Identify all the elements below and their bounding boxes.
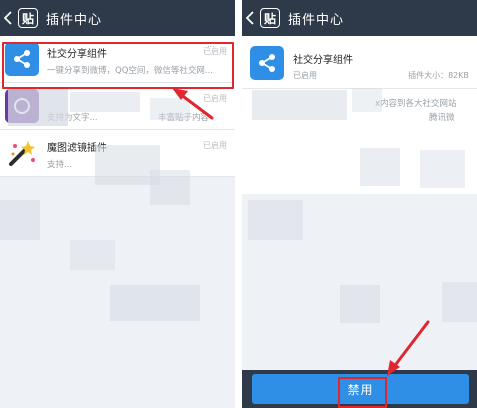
share-icon	[250, 46, 284, 80]
blur-patch	[0, 200, 40, 240]
plugin-description: 支持...	[47, 160, 73, 170]
blur-patch	[8, 88, 68, 126]
titlebar: 贴 插件中心	[242, 0, 477, 36]
highlight-box-plugin	[2, 42, 234, 89]
blur-patch	[150, 170, 190, 205]
blur-patch	[70, 92, 140, 112]
app-logo-icon: 贴	[18, 8, 38, 28]
blur-patch	[252, 90, 347, 120]
blur-patch	[248, 200, 303, 240]
blur-patch	[70, 240, 115, 270]
plugin-description: x内容到各大社交网站	[375, 99, 457, 109]
blur-patch	[360, 148, 400, 186]
plugin-name: 社交分享组件	[293, 55, 353, 66]
blur-patch	[420, 150, 465, 188]
blur-patch	[150, 98, 190, 120]
plugin-size: 插件大小：82KB	[408, 71, 469, 80]
magic-wand-icon	[5, 136, 39, 170]
blur-patch	[110, 285, 200, 321]
highlight-box-disable	[338, 377, 387, 408]
blur-patch	[340, 285, 380, 323]
app-logo-icon: 贴	[260, 8, 280, 28]
plugin-detail-screen: 贴 插件中心 社交分享组件 已启用 插件大小：82KB x内容到各大社交网站 腾…	[242, 0, 477, 408]
plugin-status: 已启用	[203, 141, 227, 150]
blur-patch	[352, 88, 382, 112]
blur-patch	[442, 282, 477, 322]
plugin-status: 已启用	[203, 94, 227, 103]
page-title: 插件中心	[46, 12, 103, 28]
plugin-status: 已启用	[293, 71, 317, 80]
page-title: 插件中心	[288, 12, 345, 28]
plugin-description-line2: 腾讯微	[429, 113, 455, 123]
titlebar: 贴 插件中心	[0, 0, 235, 36]
back-chevron-icon[interactable]	[0, 0, 16, 36]
back-chevron-icon[interactable]	[242, 0, 258, 36]
